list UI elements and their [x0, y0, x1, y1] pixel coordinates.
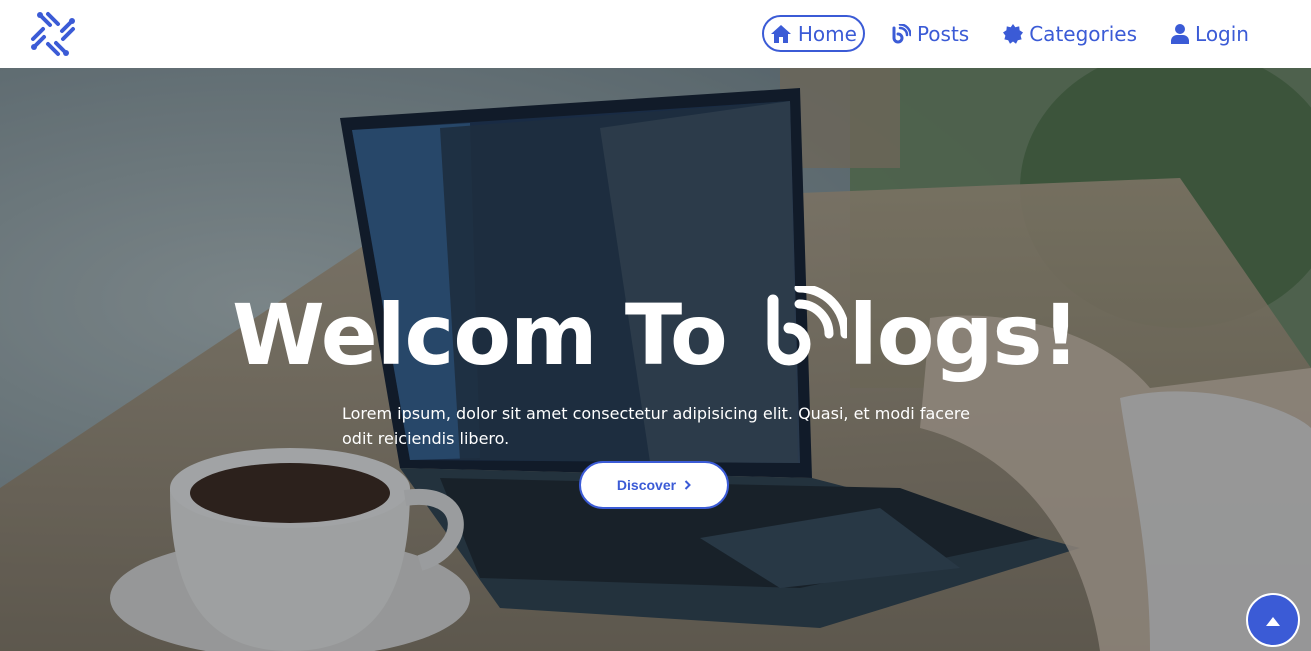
blog-icon	[763, 283, 850, 370]
hero-title-before: Welcom To	[232, 286, 755, 384]
hero-title: Welcom To logs!	[0, 283, 1311, 384]
navbar: Home Posts Categories Login	[0, 0, 1311, 68]
nav-item-login[interactable]: Login	[1163, 15, 1257, 52]
nav-item-label: Login	[1195, 21, 1249, 46]
nav-item-home[interactable]: Home	[761, 15, 865, 52]
nav-item-label: Posts	[916, 21, 970, 46]
nav-item-label: Home	[797, 21, 857, 46]
home-icon	[770, 24, 792, 44]
hero-subtitle: Lorem ipsum, dolor sit amet consectetur …	[342, 404, 970, 448]
user-icon	[1171, 23, 1190, 44]
nav-item-label: Categories	[1029, 21, 1138, 46]
blog-icon	[891, 23, 911, 44]
nav-item-categories[interactable]: Categories	[995, 15, 1145, 52]
caret-up-icon	[1266, 611, 1280, 630]
hero-title-after: logs!	[848, 286, 1080, 384]
badge-icon	[1003, 23, 1024, 44]
chevron-right-icon	[684, 477, 691, 493]
hero-section: Welcom To logs! Lorem ipsum, dolor sit a…	[0, 68, 1311, 651]
main-nav: Home Posts Categories Login	[761, 15, 1257, 52]
discover-button[interactable]: Discover	[579, 461, 729, 509]
discover-button-label: Discover	[616, 477, 677, 493]
network-logo-icon[interactable]	[28, 9, 78, 59]
nav-item-posts[interactable]: Posts	[883, 15, 977, 52]
scroll-to-top-button[interactable]	[1246, 593, 1300, 647]
